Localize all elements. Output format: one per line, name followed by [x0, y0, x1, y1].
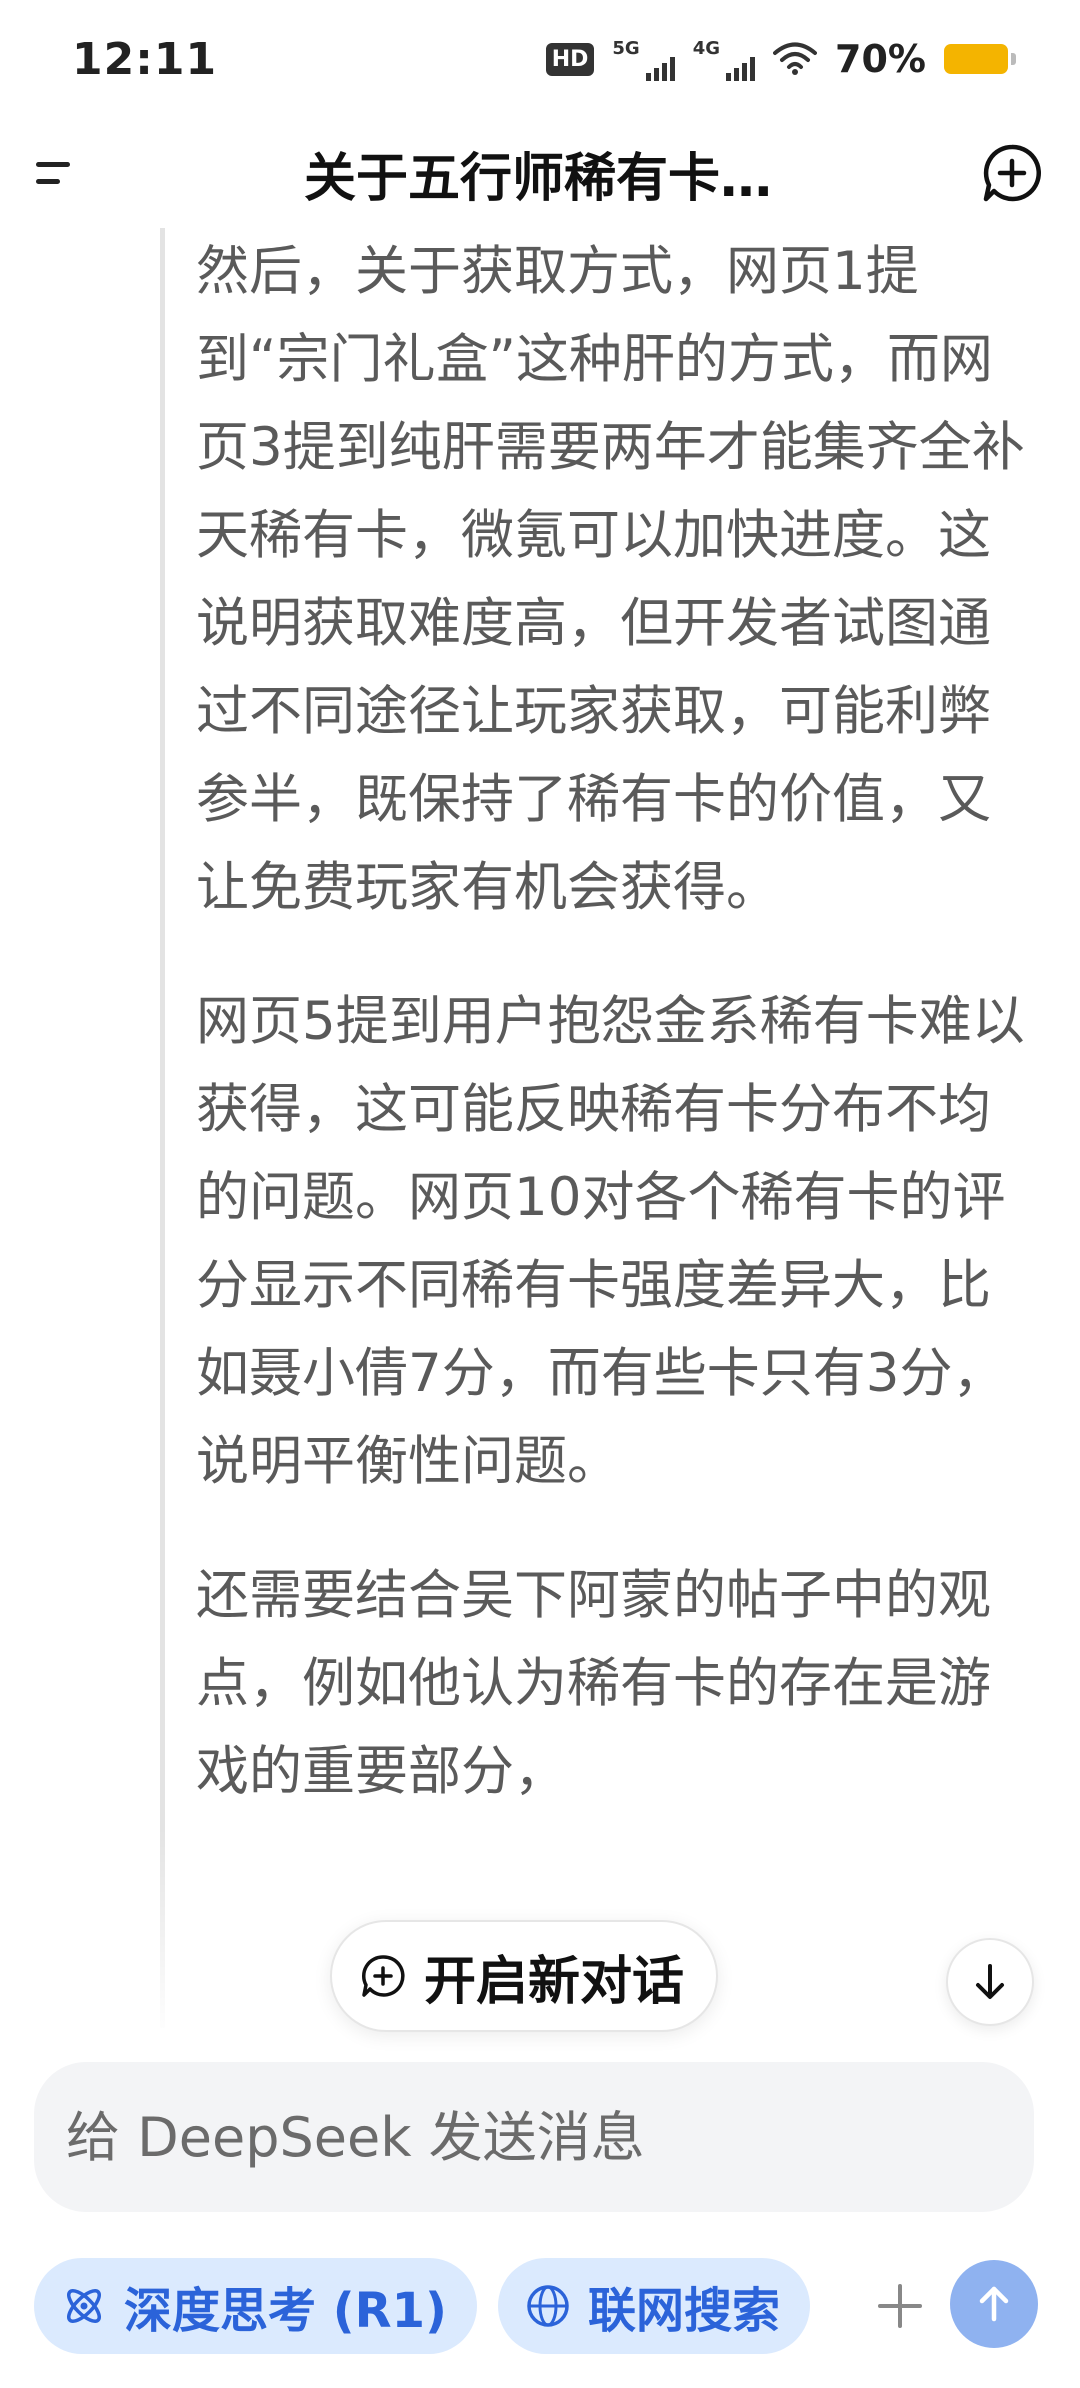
thought-text: 然后，关于获取方式，网页1提到“宗门礼盒”这种肝的方式，而网页3提到纯肝需要两年…	[196, 228, 1036, 1862]
web-search-toggle[interactable]: 联网搜索	[498, 2258, 811, 2354]
deep-think-toggle[interactable]: 深度思考 (R1)	[34, 2258, 477, 2354]
message-input[interactable]	[66, 2105, 1002, 2169]
scroll-down-button[interactable]	[946, 1938, 1034, 2026]
battery-icon	[944, 44, 1016, 74]
thought-paragraph: 然后，关于获取方式，网页1提到“宗门礼盒”这种肝的方式，而网页3提到纯肝需要两年…	[196, 241, 1025, 918]
page-title: 关于五行师稀有卡…	[303, 148, 772, 209]
bottom-toolbar: 深度思考 (R1) 联网搜索	[0, 2250, 1080, 2370]
thought-paragraph: 还需要结合吴下阿蒙的帖子中的观点，例如他认为稀有卡的存在是游戏的重要部分，	[196, 1565, 991, 1802]
battery-percent: 70%	[835, 37, 926, 81]
deep-think-label: 深度思考 (R1)	[124, 2283, 447, 2339]
atom-icon	[67, 2289, 101, 2323]
thought-paragraph: 网页5提到用户抱怨金系稀有卡难以获得，这可能反映稀有卡分布不均的问题。网页10对…	[196, 991, 1025, 1492]
wifi-icon	[773, 42, 818, 75]
arrow-up-icon	[979, 2286, 1009, 2322]
send-button[interactable]	[950, 2260, 1038, 2348]
hd-icon: HD	[545, 42, 595, 76]
thought-divider	[160, 228, 165, 2028]
new-chat-label: 开启新对话	[424, 1951, 685, 2012]
message-input-box[interactable]	[34, 2062, 1034, 2212]
signal-4g-icon: 4G	[693, 38, 756, 81]
signal-5g-icon: 5G	[612, 38, 675, 81]
chat-content[interactable]: 然后，关于获取方式，网页1提到“宗门礼盒”这种肝的方式，而网页3提到纯肝需要两年…	[0, 228, 1080, 2028]
plus-icon	[878, 2284, 922, 2328]
globe-icon	[527, 2285, 569, 2327]
web-search-label: 联网搜索	[588, 2283, 781, 2339]
arrow-down-icon	[976, 1964, 1004, 1999]
status-bar: 12:11 HD 5G 4G 70%	[0, 0, 1080, 118]
new-chat-button[interactable]: 开启新对话	[330, 1920, 719, 2032]
status-icons: HD 5G 4G 70%	[545, 37, 1016, 81]
attach-button[interactable]	[860, 2266, 940, 2346]
chat-plus-icon[interactable]	[980, 141, 1044, 205]
menu-icon[interactable]	[36, 143, 96, 203]
header: 关于五行师稀有卡…	[0, 118, 1080, 228]
status-time: 12:11	[72, 33, 218, 85]
chat-plus-icon	[362, 1955, 405, 1997]
